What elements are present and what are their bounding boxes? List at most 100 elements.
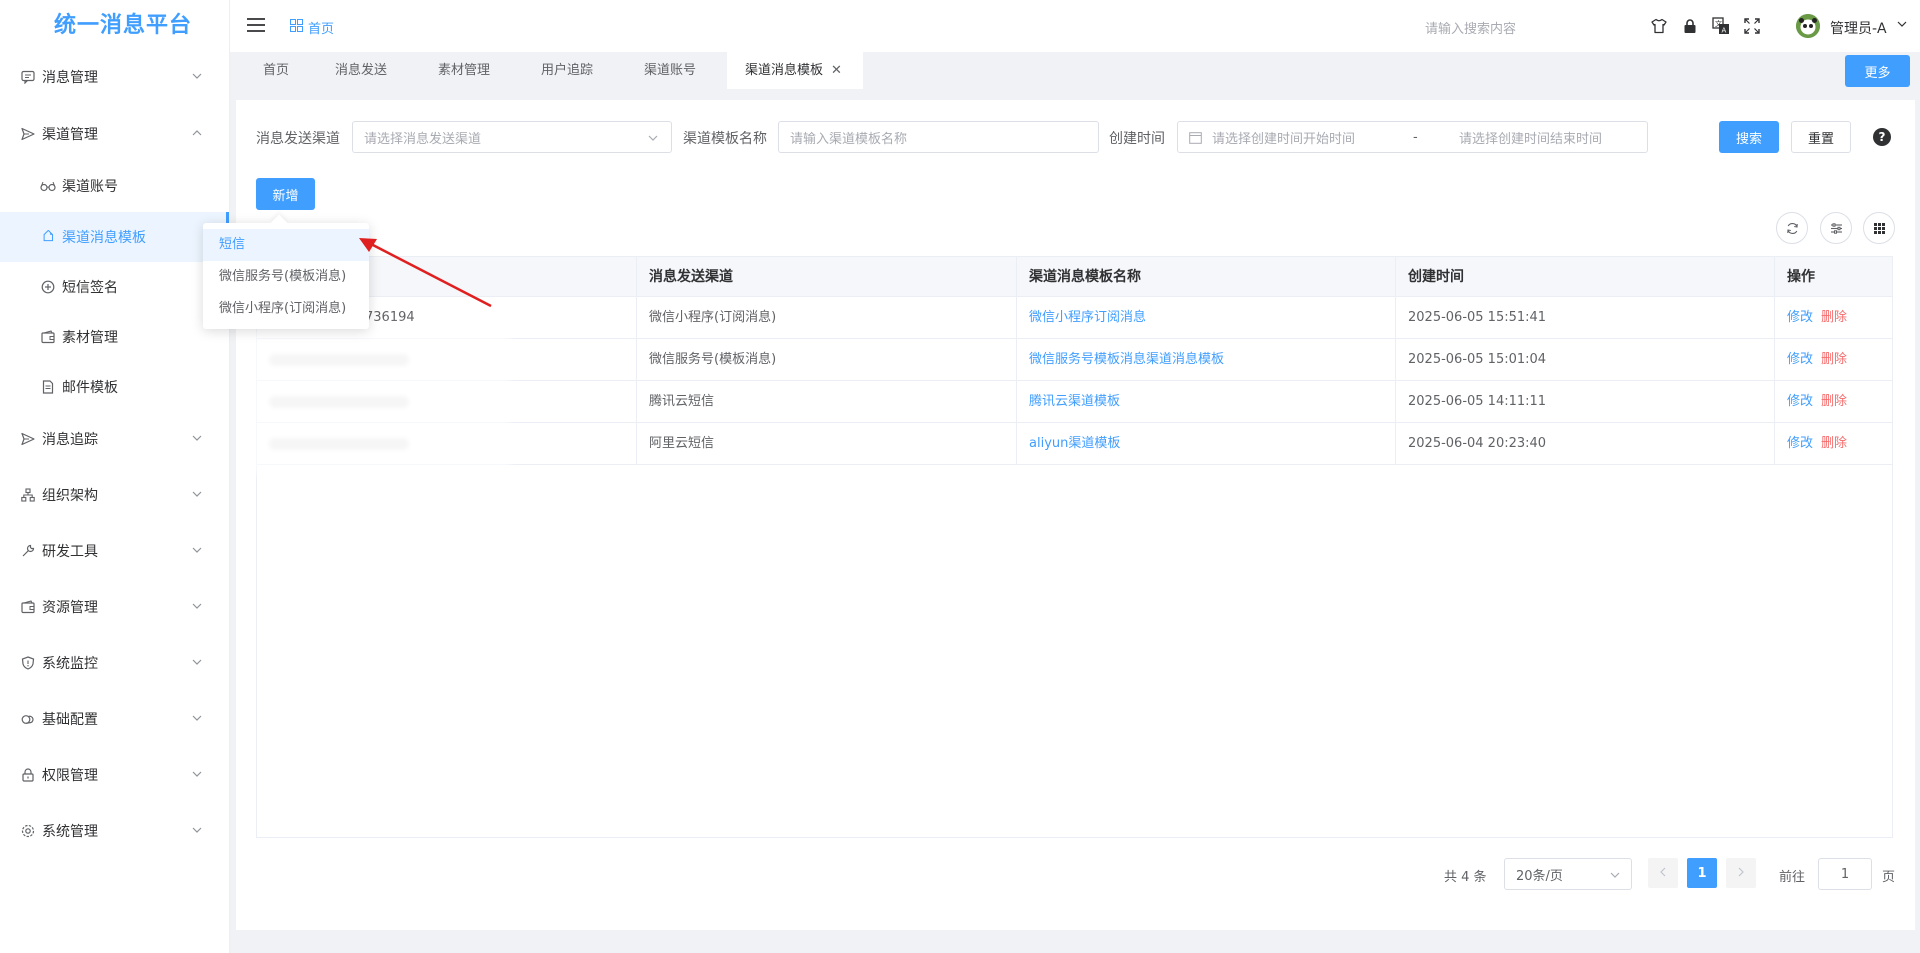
delete-link[interactable]: 删除 [1821,310,1847,325]
sidebar-item-resource-management[interactable]: 资源管理 [0,582,229,632]
dropdown-item-wechat-service[interactable]: 微信服务号(模板消息) [203,261,369,293]
template-name-input[interactable]: 请输入渠道模板名称 [778,121,1099,153]
sidebar-item-channel-management[interactable]: 渠道管理 [0,109,229,159]
chevron-down-icon [191,824,203,840]
tab-label: 消息发送 [335,63,388,78]
help-icon[interactable]: ? [1873,128,1891,146]
shield-icon [20,655,36,671]
sidebar-item-basic-config[interactable]: 基础配置 [0,694,229,744]
top-header: 首页 请输入搜索内容 文A 管理员-A [230,0,1920,52]
cell-created-time: 2025-06-05 15:01:04 [1396,339,1775,381]
tabs-bar: 首页 消息发送 素材管理 用户追踪 渠道账号 渠道消息模板 ✕ 更多 [230,52,1920,90]
dropdown-item-wechat-miniprogram[interactable]: 微信小程序(订阅消息) [203,293,369,325]
delete-link[interactable]: 删除 [1821,436,1847,451]
cell-actions: 修改 删除 [1775,381,1892,423]
chevron-down-icon [191,544,203,560]
sidebar-item-label: 资源管理 [42,600,98,616]
add-channel-dropdown: 短信 微信服务号(模板消息) 微信小程序(订阅消息) [203,223,369,329]
create-time-filter-label: 创建时间 [1109,131,1165,147]
search-button[interactable]: 搜索 [1719,121,1779,153]
prev-page-button[interactable] [1648,858,1678,888]
fullscreen-icon[interactable] [1743,17,1761,35]
header-search-input[interactable]: 请输入搜索内容 [1425,18,1516,37]
app-logo-title: 统一消息平台 [54,13,193,38]
delete-link[interactable]: 删除 [1821,352,1847,367]
create-time-range-picker[interactable]: 请选择创建时间开始时间 - 请选择创建时间结束时间 [1177,121,1648,153]
tab-channel-account[interactable]: 渠道账号 [626,52,714,89]
sidebar-item-message-management[interactable]: 消息管理 [0,52,229,102]
chevron-down-icon [191,600,203,616]
sidebar-item-email-template[interactable]: 邮件模板 [0,362,229,412]
lock-icon [20,767,36,783]
reset-button[interactable]: 重置 [1791,121,1851,153]
edit-link[interactable]: 修改 [1787,436,1813,451]
sidebar-item-permission-management[interactable]: 权限管理 [0,750,229,800]
tab-label: 首页 [263,63,290,78]
sidebar-item-label: 渠道消息模板 [62,230,146,246]
sidebar-item-system-management[interactable]: 系统管理 [0,806,229,856]
tab-channel-message-template[interactable]: 渠道消息模板 ✕ [727,52,863,89]
wallet-icon [40,329,56,345]
tab-label: 素材管理 [438,63,491,78]
next-page-button[interactable] [1726,858,1756,888]
edit-link[interactable]: 修改 [1787,310,1813,325]
delete-link[interactable]: 删除 [1821,394,1847,409]
sidebar-item-material-management[interactable]: 素材管理 [0,312,229,362]
shirt-icon[interactable] [1650,17,1668,35]
lock-icon[interactable] [1681,17,1699,35]
edit-link[interactable]: 修改 [1787,352,1813,367]
cell-created-time: 2025-06-05 14:11:11 [1396,381,1775,423]
template-name-link[interactable]: 腾讯云渠道模板 [1029,394,1120,409]
time-end-placeholder: 请选择创建时间结束时间 [1459,131,1603,147]
sidebar-item-organization[interactable]: 组织架构 [0,470,229,520]
cell-created-time: 2025-06-04 20:23:40 [1396,423,1775,465]
hamburger-icon[interactable] [246,16,266,38]
tab-user-tracking[interactable]: 用户追踪 [523,52,611,89]
close-icon[interactable]: ✕ [831,63,842,78]
dropdown-item-sms[interactable]: 短信 [203,229,369,261]
channel-select[interactable]: 请选择消息发送渠道 [352,121,672,153]
sidebar-item-label: 系统管理 [42,824,98,840]
template-name-link[interactable]: aliyun渠道模板 [1029,436,1120,451]
username[interactable]: 管理员-A [1830,18,1887,38]
tab-material-management[interactable]: 素材管理 [420,52,508,89]
sidebar-item-sms-signature[interactable]: 短信签名 [0,262,229,312]
more-button[interactable]: 更多 [1845,55,1910,87]
filter-settings-icon[interactable] [1820,212,1852,244]
translate-icon[interactable]: 文A [1712,17,1730,35]
time-separator: - [1413,129,1418,145]
chevron-down-icon [647,132,659,148]
column-grid-icon[interactable] [1863,212,1895,244]
breadcrumb[interactable]: 首页 [290,18,334,37]
template-name-link[interactable]: 微信服务号模板消息渠道消息模板 [1029,352,1224,367]
tab-message-send[interactable]: 消息发送 [317,52,405,89]
cell-template-name[interactable]: 腾讯云渠道模板 [1017,381,1396,423]
refresh-icon[interactable] [1776,212,1808,244]
chevron-down-icon [1609,869,1621,885]
page-1-button[interactable]: 1 [1687,858,1717,888]
cell-template-name[interactable]: 微信服务号模板消息渠道消息模板 [1017,339,1396,381]
cell-actions: 修改 删除 [1775,423,1892,465]
annotation-arrow-icon [359,238,492,308]
sidebar-item-channel-account[interactable]: 渠道账号 [0,161,229,211]
tab-home[interactable]: 首页 [245,52,307,89]
sidebar-item-dev-tools[interactable]: 研发工具 [0,526,229,576]
sidebar-item-system-monitor[interactable]: 系统监控 [0,638,229,688]
cell-template-name[interactable]: 微信小程序订阅消息 [1017,297,1396,339]
goto-page-input[interactable]: 1 [1818,858,1872,890]
chevron-up-icon [191,127,203,143]
sidebar-item-message-tracking[interactable]: 消息追踪 [0,414,229,464]
avatar[interactable] [1796,14,1820,38]
cell-template-name[interactable]: aliyun渠道模板 [1017,423,1396,465]
page-size-select[interactable]: 20条/页 [1504,858,1632,890]
template-name-link[interactable]: 微信小程序订阅消息 [1029,310,1146,325]
chevron-down-icon[interactable] [1896,18,1908,34]
edit-link[interactable]: 修改 [1787,394,1813,409]
sidebar-item-channel-message-template[interactable]: 渠道消息模板 [0,212,229,262]
glasses-icon [40,178,56,194]
page-size-value: 20条/页 [1516,868,1563,884]
table-header: 消息发送渠道 渠道消息模板名称 创建时间 操作 [257,257,1892,297]
add-button[interactable]: 新增 [256,178,315,210]
chevron-down-icon [191,768,203,784]
sidebar-item-label: 研发工具 [42,544,98,560]
